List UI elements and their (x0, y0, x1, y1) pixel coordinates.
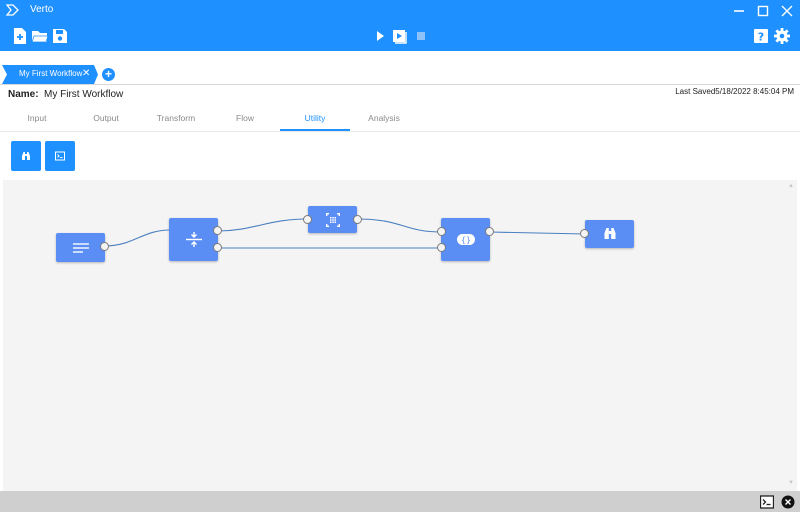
tab-transform[interactable]: Transform (141, 108, 211, 131)
scroll-up-arrow-icon[interactable]: ▲ (788, 183, 794, 189)
text-lines-icon (73, 243, 89, 253)
run-step-icon (393, 30, 407, 44)
tab-utility[interactable]: Utility (280, 108, 350, 131)
console-icon (759, 495, 775, 509)
minimize-icon (734, 10, 744, 12)
braces-icon: {} (457, 234, 475, 245)
port-out[interactable] (485, 227, 494, 236)
node-text-input[interactable] (56, 233, 105, 262)
console-button[interactable] (759, 495, 775, 509)
maximize-icon (757, 5, 769, 17)
port-out[interactable] (100, 242, 109, 251)
workflow-tab-strip: My First Workflow ✕ + (0, 51, 800, 85)
last-saved: Last Saved5/18/2022 8:45:04 PM (675, 87, 794, 96)
close-icon (781, 5, 793, 17)
app-title: Verto (30, 4, 54, 15)
svg-text:?: ? (758, 31, 764, 44)
close-window-button[interactable] (775, 0, 799, 21)
connection-wires (104, 218, 586, 249)
add-tab-button[interactable]: + (102, 68, 115, 81)
new-file-button[interactable] (11, 27, 29, 45)
wire-select-to-json (356, 218, 443, 233)
help-icon: ? (754, 29, 768, 44)
binoculars-icon (22, 152, 30, 160)
binoculars-icon (604, 228, 616, 239)
save-button[interactable] (51, 27, 69, 45)
workflow-tab[interactable]: My First Workflow ✕ (2, 65, 98, 84)
status-bar (0, 491, 800, 512)
wire-split-to-select (217, 218, 308, 232)
port-in[interactable] (437, 243, 446, 252)
stop-icon (417, 32, 425, 40)
run-icon (377, 31, 384, 41)
port-out[interactable] (213, 243, 222, 252)
category-tabs: Input Output Transform Flow Utility Anal… (0, 108, 800, 132)
minimize-button[interactable] (727, 0, 751, 21)
palette-browse-button[interactable] (11, 141, 41, 171)
new-file-icon (14, 28, 26, 44)
svg-text:{}: {} (461, 236, 471, 245)
port-in[interactable] (303, 215, 312, 224)
run-step-button[interactable] (391, 27, 409, 45)
help-button[interactable]: ? (752, 27, 770, 45)
verto-logo-icon (5, 3, 20, 17)
tab-flow[interactable]: Flow (210, 108, 280, 131)
wire-input-to-split (104, 229, 171, 247)
maximize-button[interactable] (751, 0, 775, 21)
title-bar: Verto (0, 0, 800, 21)
workflow-canvas[interactable]: {} ▲ ▼ (3, 180, 797, 491)
split-icon (186, 232, 202, 247)
wire-json-to-browse (489, 231, 586, 235)
close-tab-icon[interactable]: ✕ (82, 68, 90, 80)
scroll-down-arrow-icon[interactable]: ▼ (788, 480, 794, 486)
stop-button[interactable] (412, 27, 430, 45)
node-browse[interactable] (585, 220, 634, 248)
close-panel-button[interactable] (781, 495, 795, 509)
node-json[interactable]: {} (441, 218, 490, 261)
port-out[interactable] (213, 226, 222, 235)
open-folder-button[interactable] (31, 27, 49, 45)
open-folder-icon (31, 31, 49, 43)
port-in[interactable] (580, 229, 589, 238)
tab-analysis[interactable]: Analysis (349, 108, 419, 131)
close-circle-icon (781, 495, 795, 509)
settings-icon (774, 28, 790, 44)
port-in[interactable] (437, 227, 446, 236)
name-label: Name: (8, 89, 39, 100)
terminal-icon (55, 151, 65, 161)
workflow-tab-label: My First Workflow (19, 69, 83, 78)
settings-button[interactable] (773, 27, 791, 45)
port-out[interactable] (353, 215, 362, 224)
toolbar: ? (0, 21, 800, 51)
workflow-name[interactable]: My First Workflow (44, 89, 123, 100)
node-select[interactable] (308, 206, 357, 233)
node-split[interactable] (169, 218, 218, 261)
tab-output[interactable]: Output (71, 108, 141, 131)
select-grid-icon (326, 213, 340, 227)
palette-terminal-button[interactable] (45, 141, 75, 171)
save-icon (53, 29, 67, 43)
run-button[interactable] (371, 27, 389, 45)
tab-input[interactable]: Input (2, 108, 72, 131)
